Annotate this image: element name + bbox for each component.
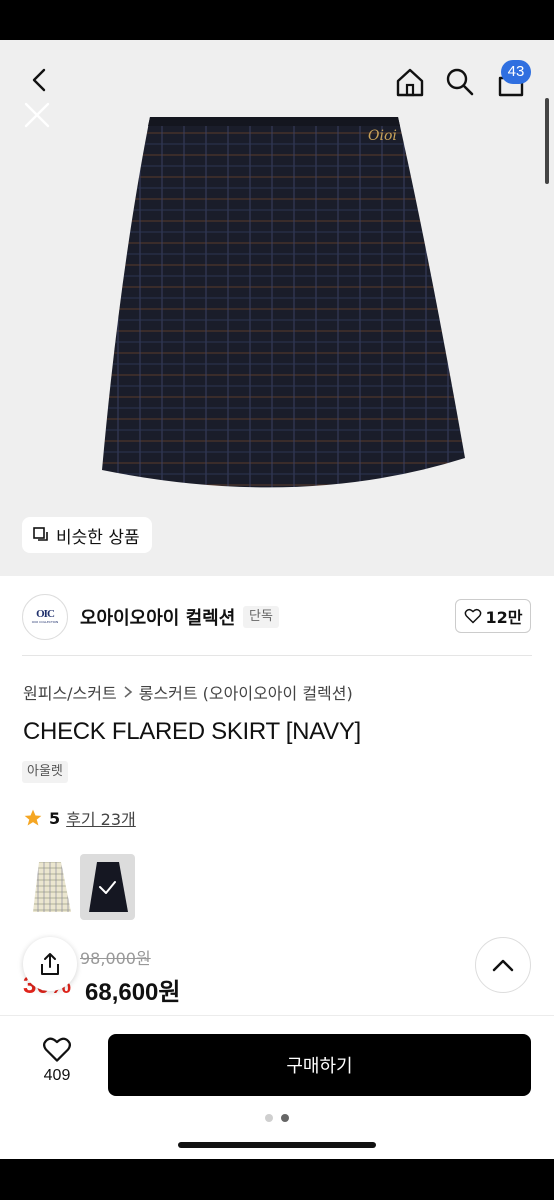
breadcrumb-subcategory[interactable]: 롱스커트 (오아이오아이 컬렉션) [139, 680, 353, 704]
scroll-top-button[interactable] [475, 937, 531, 993]
brand-name[interactable]: 오아이오아이 컬렉션 [80, 604, 235, 630]
home-indicator[interactable] [178, 1142, 376, 1148]
brand-logo-subtext: OIOI COLLECTION [31, 620, 59, 624]
page-dot [265, 1114, 273, 1122]
color-option-navy-selected[interactable] [80, 854, 135, 920]
page-dot-active [281, 1114, 289, 1122]
search-icon [446, 68, 474, 96]
breadcrumb-category[interactable]: 원피스/스커트 [23, 680, 117, 704]
star-icon [24, 809, 42, 826]
skirt-photo: Oioi [102, 117, 465, 488]
buy-button[interactable]: 구매하기 [108, 1034, 531, 1096]
brand-row[interactable]: OIC OIOI COLLECTION 오아이오아이 컬렉션 단독 12만 [0, 576, 554, 656]
home-icon [396, 68, 424, 97]
heart-outline-icon [43, 1037, 71, 1062]
page-indicator [0, 1114, 554, 1122]
ivory-skirt-thumbnail [23, 854, 77, 920]
chevron-left-icon [32, 68, 46, 92]
app-screen: Oioi 43 비슷한 상품 OIC OIOI COLLECTION 오아이오아… [0, 40, 554, 1159]
back-button[interactable] [26, 66, 54, 94]
similar-products-label: 비슷한 상품 [56, 527, 140, 548]
product-image[interactable]: Oioi 43 비슷한 상품 [0, 40, 554, 576]
exclusive-badge: 단독 [243, 606, 279, 628]
brand-like-count: 12만 [485, 608, 523, 627]
wishlist-button[interactable]: 409 [30, 1036, 84, 1085]
rating-score: 5 [49, 808, 61, 828]
similar-products-button[interactable]: 비슷한 상품 [22, 517, 152, 553]
chevron-right-icon [124, 686, 132, 698]
divider [22, 655, 532, 656]
brand-logo[interactable]: OIC OIOI COLLECTION [22, 594, 68, 640]
reviews-link[interactable]: 후기 23개 [66, 806, 136, 830]
original-price: 98,000원 [80, 949, 151, 968]
breadcrumb: 원피스/스커트 롱스커트 (오아이오아이 컬렉션) [23, 680, 353, 704]
rating: 5 후기 23개 [23, 806, 136, 830]
chevron-up-icon [492, 959, 514, 972]
sale-price: 68,600원 [85, 979, 181, 1006]
color-option-ivory[interactable] [23, 854, 77, 920]
scrollbar[interactable] [545, 98, 549, 184]
brand-like-button[interactable]: 12만 [455, 599, 531, 633]
close-icon [24, 102, 50, 128]
similar-icon [33, 527, 48, 541]
bottom-purchase-bar: 409 구매하기 [0, 1015, 554, 1159]
wishlist-count: 409 [43, 1067, 71, 1084]
skirt-logo: Oioi [368, 128, 397, 144]
heart-icon [464, 608, 481, 624]
share-icon [41, 953, 59, 975]
outlet-tag: 아울렛 [22, 761, 68, 783]
home-button[interactable] [392, 64, 428, 100]
brand-logo-text: OIC [36, 608, 55, 620]
cart-count-badge: 43 [501, 60, 531, 84]
close-button[interactable] [22, 100, 52, 130]
product-title: CHECK FLARED SKIRT [NAVY] [23, 718, 361, 745]
search-button[interactable] [442, 64, 478, 100]
navy-skirt-thumbnail [89, 862, 128, 912]
share-button[interactable] [23, 937, 77, 991]
